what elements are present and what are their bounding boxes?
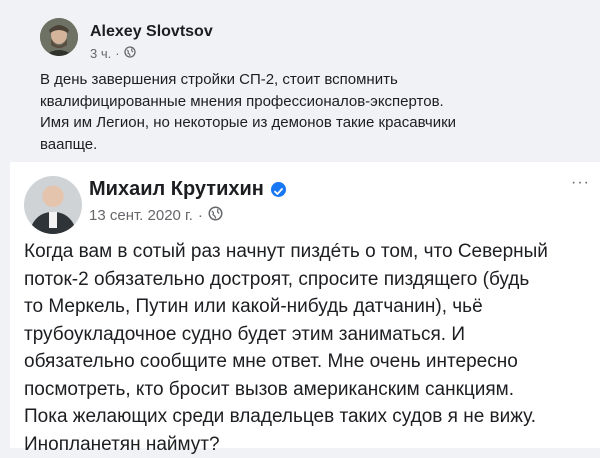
post-text: В день завершения стройки СП-2, стоит вс…: [40, 69, 580, 155]
post-text-line: Когда вам в сотый раз начнут пиздéть о т…: [24, 238, 598, 266]
author-name[interactable]: Михаил Крутихин: [89, 178, 264, 201]
author-name[interactable]: Alexey Slovtsov: [90, 23, 213, 41]
post-text-line: ваапще.: [40, 134, 580, 156]
avatar-photo: [40, 18, 78, 56]
globe-icon: [124, 46, 136, 61]
avatar[interactable]: [24, 176, 82, 234]
avatar-shirt: [49, 212, 57, 228]
globe-icon: [208, 206, 223, 225]
more-options-icon[interactable]: ···: [571, 174, 590, 192]
post-time[interactable]: 3 ч.: [90, 46, 111, 61]
post-date[interactable]: 13 сент. 2020 г.: [89, 207, 193, 224]
post-meta: 13 сент. 2020 г. ·: [89, 206, 223, 225]
post-text-line: Инопланетян наймут?: [24, 431, 598, 458]
embedded-post-card: Михаил Крутихин 13 сент. 2020 г. · ··· К…: [10, 162, 600, 448]
post-text-line: трубоукладочное судно будет этим занимат…: [24, 321, 598, 349]
post-text-line: посмотреть, кто бросит вызов американски…: [24, 376, 598, 404]
post-text-line: Пока желающих среди владельцев таких суд…: [24, 403, 598, 431]
post-text: Когда вам в сотый раз начнут пиздéть о т…: [24, 238, 598, 458]
meta-separator: ·: [115, 46, 119, 61]
post-text-line: поток-2 обязательно достроят, спросите п…: [24, 266, 598, 294]
author-header: Михаил Крутихин: [89, 178, 286, 201]
shared-post-header: Alexey Slovtsov 3 ч. · В день завершения…: [0, 0, 600, 162]
post-text-line: обязательно сообщите мне ответ. Мне очен…: [24, 348, 598, 376]
post-text-line: квалифицированные мнения профессионалов-…: [40, 91, 580, 113]
post-text-line: В день завершения стройки СП-2, стоит вс…: [40, 69, 580, 91]
post-text-line: то Меркель, Путин или какой-нибудь датча…: [24, 293, 598, 321]
meta-separator: ·: [198, 207, 203, 224]
avatar[interactable]: [40, 18, 78, 56]
verified-badge-icon: [271, 182, 286, 197]
post-text-line: Имя им Легион, но некоторые из демонов т…: [40, 112, 580, 134]
post-meta: 3 ч. ·: [90, 46, 136, 61]
